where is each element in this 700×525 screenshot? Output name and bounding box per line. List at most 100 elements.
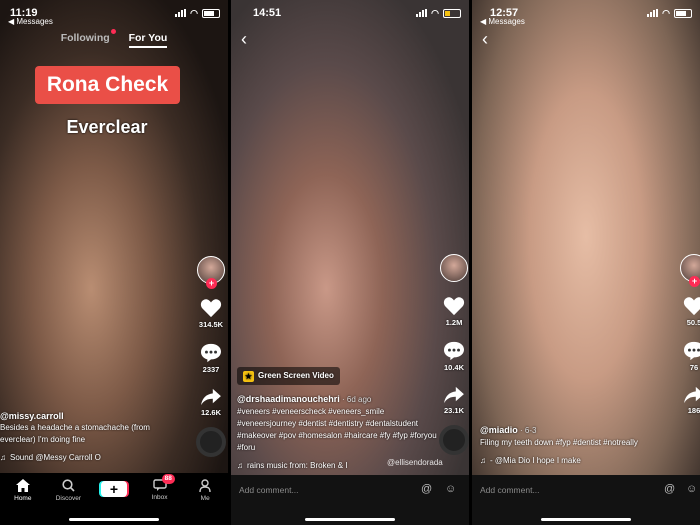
music-disc-icon[interactable]: [439, 425, 469, 455]
share-arrow-icon: [444, 386, 464, 404]
battery-icon: [202, 8, 220, 18]
action-rail: + 314.5K 2337 12.6K: [196, 256, 226, 457]
music-note-icon: ♫: [237, 461, 243, 470]
back-label: Messages: [488, 17, 525, 26]
action-rail: + 50.5 76 186: [680, 254, 700, 415]
username[interactable]: @missy.carroll: [0, 410, 186, 422]
nav-me[interactable]: Me: [187, 479, 223, 502]
like-count: 314.5K: [198, 320, 224, 329]
emoji-icon[interactable]: ☺: [686, 483, 697, 495]
star-icon: ★: [243, 370, 254, 382]
feed-tabs: Following For You: [0, 32, 228, 48]
caption-text: Besides a headache a stomachache (from e…: [0, 423, 150, 444]
tab-following[interactable]: Following: [61, 32, 110, 44]
nav-me-label: Me: [200, 495, 210, 502]
music-note-icon: ♫: [0, 453, 6, 462]
share-button[interactable]: 186: [683, 386, 700, 415]
comment-input[interactable]: Add comment...: [480, 485, 540, 495]
nav-create[interactable]: +: [96, 479, 132, 497]
video-panel-3[interactable]: 12:57 ◠ ◀ Messages ‹ + 50.5 76 186 @miad…: [472, 0, 700, 525]
back-to-messages[interactable]: ◀ Messages: [8, 17, 53, 26]
heart-icon: [443, 297, 465, 316]
home-indicator: [541, 518, 631, 521]
home-icon: [15, 479, 30, 492]
follow-plus-icon[interactable]: +: [206, 278, 217, 289]
wifi-icon: ◠: [662, 7, 670, 18]
caption-text: Filing my teeth down #fyp #dentist #notr…: [480, 438, 638, 447]
music-row[interactable]: ♫ Sound @Messy Carroll O: [0, 452, 186, 464]
music-title: Sound @Messy Carroll O: [10, 453, 101, 462]
back-to-messages[interactable]: ◀ Messages: [480, 17, 525, 26]
mention-icon[interactable]: @: [421, 483, 432, 495]
nav-inbox[interactable]: 88 Inbox: [142, 474, 178, 501]
wifi-icon: ◠: [431, 7, 439, 18]
share-button[interactable]: 12.6K: [200, 388, 222, 417]
comment-count: 10.4K: [443, 363, 464, 372]
emoji-icon[interactable]: ☺: [445, 483, 456, 495]
back-chevron-icon[interactable]: ‹: [241, 30, 247, 48]
nav-discover[interactable]: Discover: [50, 479, 86, 502]
heart-icon: [683, 297, 700, 316]
back-label: Messages: [16, 17, 53, 26]
like-button[interactable]: 50.5: [683, 296, 700, 327]
creator-avatar[interactable]: [440, 254, 468, 282]
comment-icon: [201, 343, 221, 363]
like-button[interactable]: 1.2M: [443, 296, 465, 327]
overlay-text: Everclear: [66, 117, 148, 137]
effect-badge-label: Green Screen Video: [258, 371, 334, 380]
follow-plus-icon[interactable]: +: [689, 276, 700, 287]
video-panel-1[interactable]: 11:19 ◠ ◀ Messages Following For You Ron…: [0, 0, 228, 525]
share-button[interactable]: 23.1K: [443, 386, 465, 415]
profile-icon: [199, 479, 211, 492]
battery-icon: [674, 8, 692, 18]
creator-avatar[interactable]: +: [680, 254, 700, 287]
battery-icon: [443, 8, 461, 18]
comment-count: 2337: [202, 365, 220, 374]
post-time: · 6d ago: [339, 395, 372, 404]
username[interactable]: @drshaadimanouchehri: [237, 394, 340, 404]
comment-icon: [684, 341, 700, 361]
share-count: 23.1K: [443, 406, 464, 415]
action-rail: 1.2M 10.4K 23.1K: [439, 254, 469, 455]
share-count: 12.6K: [200, 408, 221, 417]
heart-icon: [200, 299, 222, 318]
status-time: 14:51: [253, 7, 282, 19]
comment-count: 76: [689, 363, 699, 372]
search-icon: [62, 479, 75, 492]
comment-button[interactable]: 10.4K: [443, 341, 465, 372]
signal-icon: [175, 9, 187, 17]
username[interactable]: @miadio: [480, 425, 518, 435]
comment-button[interactable]: 2337: [200, 343, 222, 374]
home-indicator: [69, 518, 159, 521]
back-chevron-icon[interactable]: ‹: [482, 30, 488, 48]
nav-discover-label: Discover: [55, 495, 82, 502]
nav-home-label: Home: [14, 495, 32, 502]
create-plus-icon[interactable]: +: [100, 481, 127, 497]
music-title: - @Mia Dio I hope I make: [490, 456, 581, 465]
text-sticker: Rona Check: [35, 66, 180, 104]
inbox-badge: 88: [161, 474, 175, 484]
comment-bar: Add comment... @ ☺: [472, 475, 700, 525]
green-screen-badge[interactable]: ★ Green Screen Video: [237, 367, 340, 385]
status-bar: 14:51 ◠: [239, 5, 461, 21]
music-note-icon: ♫: [480, 456, 486, 465]
tab-for-you[interactable]: For You: [128, 32, 168, 48]
signal-icon: [416, 9, 428, 17]
comment-button[interactable]: 76: [683, 341, 700, 372]
nav-home[interactable]: Home: [5, 479, 41, 502]
caption-text: #veneers #veneerscheck #veneers_smile #v…: [237, 407, 437, 452]
share-arrow-icon: [684, 386, 700, 404]
comment-input[interactable]: Add comment...: [239, 485, 299, 495]
music-row[interactable]: ♫ - @Mia Dio I hope I make: [480, 455, 676, 467]
creator-avatar[interactable]: +: [197, 256, 225, 289]
music-disc-icon[interactable]: [196, 427, 226, 457]
caption-block: @miadio · 6-3 Filing my teeth down #fyp …: [480, 424, 676, 467]
share-count: 186: [687, 406, 700, 415]
nav-inbox-label: Inbox: [151, 494, 168, 501]
home-indicator: [305, 518, 395, 521]
mention-icon[interactable]: @: [664, 483, 675, 495]
like-button[interactable]: 314.5K: [199, 298, 223, 329]
post-time: · 6-3: [517, 426, 537, 435]
music-title: rains music from: Broken & I: [247, 461, 348, 470]
video-panel-2[interactable]: 14:51 ◠ ‹ 1.2M 10.4K 23.1K ★ Green Scree…: [231, 0, 469, 525]
